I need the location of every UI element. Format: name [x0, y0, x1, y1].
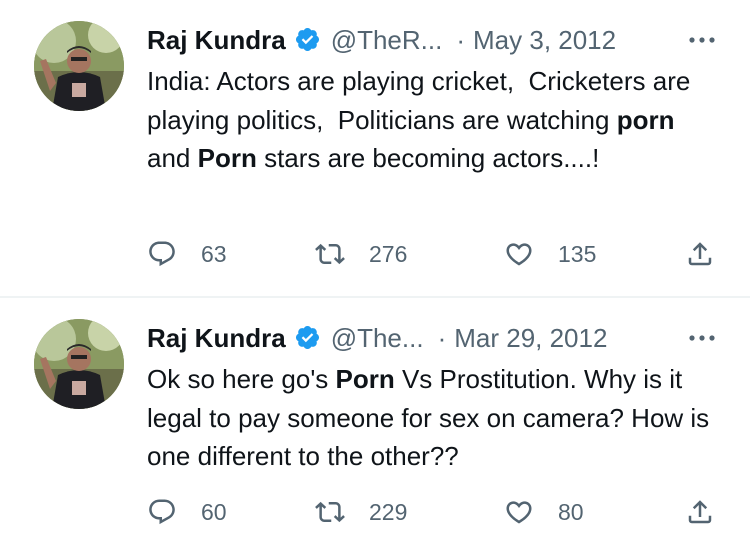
- like-icon: [506, 501, 532, 524]
- tweet-text: Ok so here go's Porn Vs Prostitution. Wh…: [147, 360, 727, 476]
- like-button[interactable]: 80: [504, 494, 584, 530]
- tweet-text-part: India: Actors are playing cricket, Crick…: [147, 66, 698, 135]
- retweet-button[interactable]: 276: [315, 236, 407, 272]
- like-button[interactable]: 135: [504, 236, 596, 272]
- handle[interactable]: @TheR...: [331, 23, 443, 57]
- tweet-actions: 60 229 80: [147, 494, 727, 530]
- share-icon: [688, 500, 712, 524]
- reply-icon: [149, 499, 175, 525]
- retweet-icon: [315, 501, 345, 523]
- tweet-date[interactable]: May 3, 2012: [473, 23, 616, 57]
- separator-dot: ·: [456, 25, 466, 55]
- verified-badge-icon: [294, 324, 321, 351]
- like-count: 135: [558, 240, 597, 267]
- retweet-count: 229: [369, 498, 408, 525]
- tweet-date[interactable]: Mar 29, 2012: [454, 321, 607, 355]
- avatar[interactable]: [34, 319, 124, 409]
- tweet-text-part: stars are becoming actors....!: [256, 143, 600, 173]
- separator-dot: ·: [437, 323, 447, 353]
- more-icon[interactable]: [684, 321, 720, 355]
- retweet-count: 276: [369, 240, 408, 267]
- reply-count: 60: [201, 498, 227, 525]
- tweet-header: Raj Kundra @TheR... · May 3, 2012: [147, 23, 720, 57]
- share-button[interactable]: [685, 494, 715, 530]
- reply-button[interactable]: 60: [147, 494, 227, 530]
- reply-icon: [149, 241, 175, 267]
- avatar[interactable]: [34, 21, 124, 111]
- tweet[interactable]: Raj Kundra @The... · Mar 29, 2012 Ok so her…: [0, 298, 750, 549]
- display-name[interactable]: Raj Kundra: [147, 23, 286, 57]
- tweet-text-part: Ok so here go's: [147, 364, 336, 394]
- verified-badge-icon: [294, 26, 321, 53]
- tweet-text-bold: Porn: [197, 143, 257, 173]
- retweet-icon: [315, 243, 345, 265]
- handle[interactable]: @The...: [331, 321, 424, 355]
- reply-count: 63: [201, 240, 227, 267]
- more-icon[interactable]: [684, 23, 720, 57]
- reply-button[interactable]: 63: [147, 236, 227, 272]
- tweet[interactable]: Raj Kundra @TheR... · May 3, 2012 India: Ac…: [0, 0, 750, 296]
- tweet-header: Raj Kundra @The... · Mar 29, 2012: [147, 321, 720, 355]
- tweet-text: India: Actors are playing cricket, Crick…: [147, 62, 727, 178]
- display-name[interactable]: Raj Kundra: [147, 321, 286, 355]
- tweet-text-bold: porn: [616, 104, 675, 135]
- tweet-actions: 63 276 135: [147, 236, 727, 272]
- like-icon: [506, 243, 532, 266]
- share-button[interactable]: [685, 236, 715, 272]
- share-icon: [688, 242, 712, 266]
- like-count: 80: [558, 498, 584, 525]
- tweet-text-bold: Porn: [335, 364, 395, 394]
- retweet-button[interactable]: 229: [315, 494, 407, 530]
